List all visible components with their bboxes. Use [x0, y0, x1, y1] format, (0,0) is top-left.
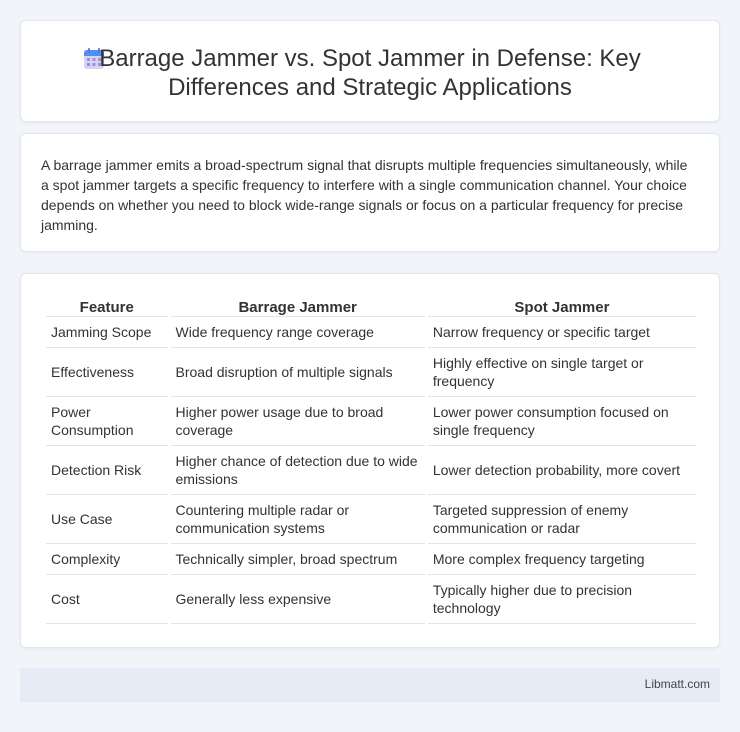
- spot-cell: Lower detection probability, more covert: [427, 446, 696, 495]
- comparison-card: Feature Barrage Jammer Spot Jammer Jammi…: [20, 273, 720, 648]
- barrage-cell: Generally less expensive: [170, 575, 425, 624]
- header-spot-jammer: Spot Jammer: [427, 296, 696, 317]
- spot-cell: Targeted suppression of enemy communicat…: [427, 495, 696, 544]
- feature-cell: Detection Risk: [46, 446, 168, 495]
- spot-cell: More complex frequency targeting: [427, 544, 696, 575]
- spot-cell: Lower power consumption focused on singl…: [427, 397, 696, 446]
- footer-site-link[interactable]: Libmatt.com: [645, 677, 710, 691]
- table-row: Jamming Scope Wide frequency range cover…: [46, 317, 696, 348]
- feature-cell: Power Consumption: [46, 397, 168, 446]
- header-feature: Feature: [46, 296, 168, 317]
- barrage-cell: Technically simpler, broad spectrum: [170, 544, 425, 575]
- barrage-cell: Higher chance of detection due to wide e…: [170, 446, 425, 495]
- spot-cell: Highly effective on single target or fre…: [427, 348, 696, 397]
- header-barrage-jammer: Barrage Jammer: [170, 296, 425, 317]
- barrage-cell: Countering multiple radar or communicati…: [170, 495, 425, 544]
- feature-cell: Cost: [46, 575, 168, 624]
- spot-cell: Typically higher due to precision techno…: [427, 575, 696, 624]
- barrage-cell: Higher power usage due to broad coverage: [170, 397, 425, 446]
- spot-cell: Narrow frequency or specific target: [427, 317, 696, 348]
- title-card: Barrage Jammer vs. Spot Jammer in Defens…: [20, 20, 720, 122]
- table-row: Effectiveness Broad disruption of multip…: [46, 348, 696, 397]
- table-row: Use Case Countering multiple radar or co…: [46, 495, 696, 544]
- intro-card: A barrage jammer emits a broad-spectrum …: [20, 133, 720, 252]
- feature-cell: Complexity: [46, 544, 168, 575]
- table-row: Power Consumption Higher power usage due…: [46, 397, 696, 446]
- table-row: Complexity Technically simpler, broad sp…: [46, 544, 696, 575]
- table-header-row: Feature Barrage Jammer Spot Jammer: [46, 296, 696, 317]
- feature-cell: Use Case: [46, 495, 168, 544]
- intro-paragraph: A barrage jammer emits a broad-spectrum …: [41, 157, 688, 233]
- page-title: Barrage Jammer vs. Spot Jammer in Defens…: [99, 45, 641, 101]
- table-row: Cost Generally less expensive Typically …: [46, 575, 696, 624]
- table-row: Detection Risk Higher chance of detectio…: [46, 446, 696, 495]
- feature-cell: Effectiveness: [46, 348, 168, 397]
- comparison-table: Feature Barrage Jammer Spot Jammer Jammi…: [43, 296, 699, 624]
- footer: Libmatt.com: [20, 668, 720, 702]
- barrage-cell: Wide frequency range coverage: [170, 317, 425, 348]
- feature-cell: Jamming Scope: [46, 317, 168, 348]
- barrage-cell: Broad disruption of multiple signals: [170, 348, 425, 397]
